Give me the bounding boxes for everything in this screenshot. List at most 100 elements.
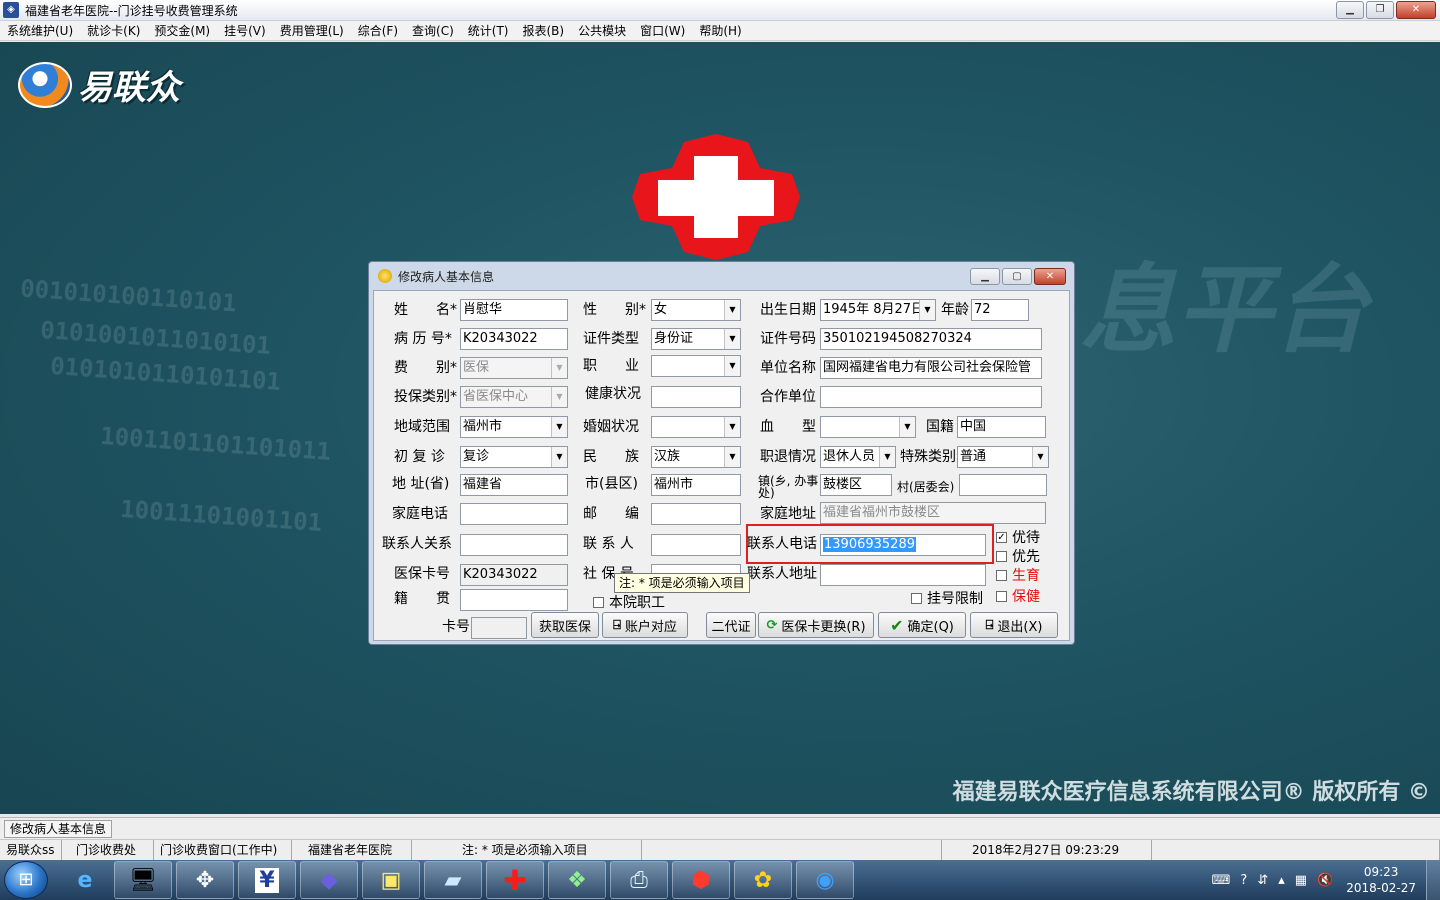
visit-type-select[interactable]: 复诊 ▼	[460, 446, 568, 468]
name-field[interactable]: 肖慰华	[460, 299, 568, 321]
contact-addr-field[interactable]	[820, 564, 986, 586]
record-no-field[interactable]: K20343022	[460, 328, 568, 350]
dialog-close-button[interactable]: ✕	[1034, 268, 1066, 285]
chevron-up-icon[interactable]: ▴	[1278, 873, 1285, 888]
staff-checkbox[interactable]: 本院职工	[593, 592, 665, 612]
get-insurance-button[interactable]: 获取医保	[531, 612, 599, 638]
health-field[interactable]	[651, 386, 741, 408]
first-checkbox[interactable]: 优先	[996, 546, 1040, 566]
second-id-button[interactable]: 二代证	[706, 612, 756, 638]
employer-field[interactable]: 国网福建省电力有限公司社会保险管	[820, 357, 1042, 379]
reg-limit-checkbox[interactable]: 挂号限制	[911, 588, 983, 608]
diamond-icon[interactable]: ◆	[300, 861, 358, 899]
birth-date-picker[interactable]: 1945年 8月27日 ▼	[820, 299, 936, 321]
menu-system[interactable]: 系统维护(U)	[0, 22, 80, 39]
card-field[interactable]	[471, 617, 527, 639]
menu-report[interactable]: 报表(B)	[515, 22, 571, 39]
province-field[interactable]: 福建省	[460, 474, 568, 496]
sync-icon[interactable]: ⇵	[1257, 873, 1268, 888]
menu-general[interactable]: 综合(F)	[351, 22, 405, 39]
health-label: 健康状况	[585, 386, 641, 402]
menu-public[interactable]: 公共模块	[571, 22, 633, 39]
keyboard-icon[interactable]: ⌨	[1212, 873, 1231, 888]
gold-icon[interactable]: ✿	[734, 861, 792, 899]
gender-select[interactable]: 女 ▼	[651, 299, 741, 321]
help-icon[interactable]: ?	[1240, 873, 1247, 888]
menu-deposit[interactable]: 预交金(M)	[147, 22, 217, 39]
clock[interactable]: 09:23 2018-02-27	[1346, 864, 1416, 896]
start-button[interactable]: ⊞	[4, 861, 48, 899]
user-card-icon[interactable]: ▣	[362, 861, 420, 899]
card-no-field[interactable]: K20343022	[460, 564, 568, 586]
chevron-down-icon: ▼	[899, 417, 915, 437]
marital-select[interactable]: ▼	[651, 416, 741, 438]
coop-unit-field[interactable]	[820, 386, 1042, 408]
finance-icon[interactable]: ¥	[238, 861, 296, 899]
menu-query[interactable]: 查询(C)	[405, 22, 461, 39]
birth-insurance-checkbox[interactable]: 生育	[996, 565, 1040, 585]
home-phone-field[interactable]	[460, 503, 568, 525]
close-button[interactable]: ✕	[1396, 1, 1436, 19]
home-addr-field[interactable]: 福建省福州市鼓楼区	[820, 502, 1046, 524]
id-type-select[interactable]: 身份证 ▼	[651, 328, 741, 350]
volume-muted-icon[interactable]: 🔇	[1317, 873, 1333, 888]
exit-button[interactable]: ⍈ 退出(X)	[970, 612, 1058, 638]
age-field[interactable]: 72	[971, 299, 1029, 321]
ethnic-select[interactable]: 汉族 ▼	[651, 446, 741, 468]
postcode-field[interactable]	[651, 503, 741, 525]
computer-icon[interactable]: 🖥	[114, 861, 172, 899]
native-field[interactable]	[460, 589, 568, 611]
retire-select[interactable]: 退休人员 ▼	[820, 446, 896, 468]
chevron-down-icon: ▼	[879, 447, 895, 467]
ie-icon[interactable]: e	[60, 861, 110, 899]
occupation-select[interactable]: ▼	[651, 355, 741, 377]
dialog-maximize-button[interactable]: ▢	[1002, 268, 1032, 285]
status-hint: 注: * 项是必须输入项目	[412, 840, 642, 860]
menu-fee[interactable]: 费用管理(L)	[273, 22, 351, 39]
id-no-field[interactable]: 350102194508270324	[820, 328, 1042, 350]
blood-select[interactable]: ▼	[820, 416, 916, 438]
card-change-button[interactable]: ⟳ 医保卡更换(R)	[758, 612, 874, 638]
print-icon[interactable]: ⎙	[610, 861, 668, 899]
minimize-button[interactable]: ▁	[1336, 1, 1364, 19]
network-icon[interactable]: ❖	[548, 861, 606, 899]
special-select[interactable]: 普通 ▼	[957, 446, 1049, 468]
record-no-label: 病 历 号*	[394, 331, 452, 347]
book-icon[interactable]: ▰	[424, 861, 482, 899]
village-field[interactable]	[959, 474, 1047, 496]
health-care-checkbox[interactable]: 保健	[996, 586, 1040, 606]
city-field[interactable]: 福州市	[651, 474, 741, 496]
nation-field[interactable]: 中国	[957, 416, 1046, 438]
dialog-minimize-button[interactable]: ▁	[970, 268, 1000, 285]
card-no-label: 医保卡号	[394, 566, 450, 582]
account-label: 账户对应	[624, 619, 677, 635]
app-logo-icon[interactable]: ◉	[796, 861, 854, 899]
contact-rel-field[interactable]	[460, 534, 568, 556]
menu-card[interactable]: 就诊卡(K)	[80, 22, 147, 39]
menu-help[interactable]: 帮助(H)	[692, 22, 748, 39]
marital-label: 婚姻状况	[583, 419, 639, 435]
insure-type-select[interactable]: 省医保中心 ▼	[460, 386, 568, 408]
province-label: 地 址(省)	[392, 476, 450, 492]
network-tray-icon[interactable]: ▦	[1295, 873, 1307, 888]
compass-icon[interactable]: ✥	[176, 861, 234, 899]
account-button[interactable]: ⍈ 账户对应	[602, 612, 688, 638]
visit-type-label: 初 复 诊	[394, 449, 445, 465]
contact-field[interactable]	[651, 534, 741, 556]
region-select[interactable]: 福州市 ▼	[460, 416, 568, 438]
priority-checkbox[interactable]: ✓ 优待	[996, 527, 1040, 547]
active-window-tab[interactable]: 修改病人基本信息	[4, 820, 113, 838]
street-field[interactable]: 鼓楼区	[820, 474, 892, 496]
dialog-title-bar[interactable]: 修改病人基本信息 ▁ ▢ ✕	[369, 262, 1074, 290]
menu-register[interactable]: 挂号(V)	[217, 22, 273, 39]
menu-window[interactable]: 窗口(W)	[633, 22, 692, 39]
show-desktop-button[interactable]	[1426, 860, 1440, 900]
restore-button[interactable]: ❐	[1366, 1, 1394, 19]
fee-type-select[interactable]: 医保 ▼	[460, 357, 568, 379]
status-window: 门诊收费窗口(工作中)	[154, 840, 292, 860]
contact-phone-field[interactable]: 13906935289	[820, 534, 986, 556]
red-cross-icon[interactable]: ✚	[486, 861, 544, 899]
ok-button[interactable]: ✔ 确定(Q)	[878, 612, 966, 638]
menu-stats[interactable]: 统计(T)	[461, 22, 516, 39]
medkit-icon[interactable]: ⬢	[672, 861, 730, 899]
